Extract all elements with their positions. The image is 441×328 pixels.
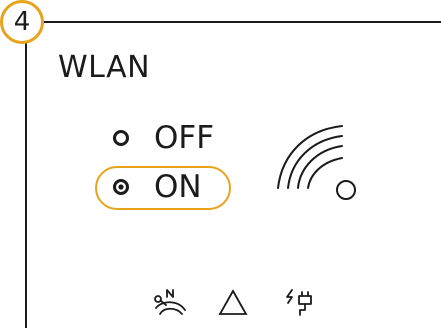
- power-plug-icon: [286, 289, 312, 316]
- warning-triangle-icon: [218, 289, 248, 315]
- page-title: WLAN: [58, 50, 151, 85]
- option-on[interactable]: ON: [112, 169, 202, 205]
- wifi-signal-icon: [277, 125, 356, 200]
- snooze-icon: [154, 289, 186, 315]
- option-off-label: OFF: [154, 120, 215, 156]
- step-badge: 4: [0, 0, 44, 44]
- option-on-label: ON: [154, 169, 202, 205]
- step-number: 4: [13, 7, 31, 37]
- option-off[interactable]: OFF: [112, 120, 215, 156]
- radio-selected-icon: [113, 179, 129, 195]
- radio-unselected-icon: [113, 130, 129, 146]
